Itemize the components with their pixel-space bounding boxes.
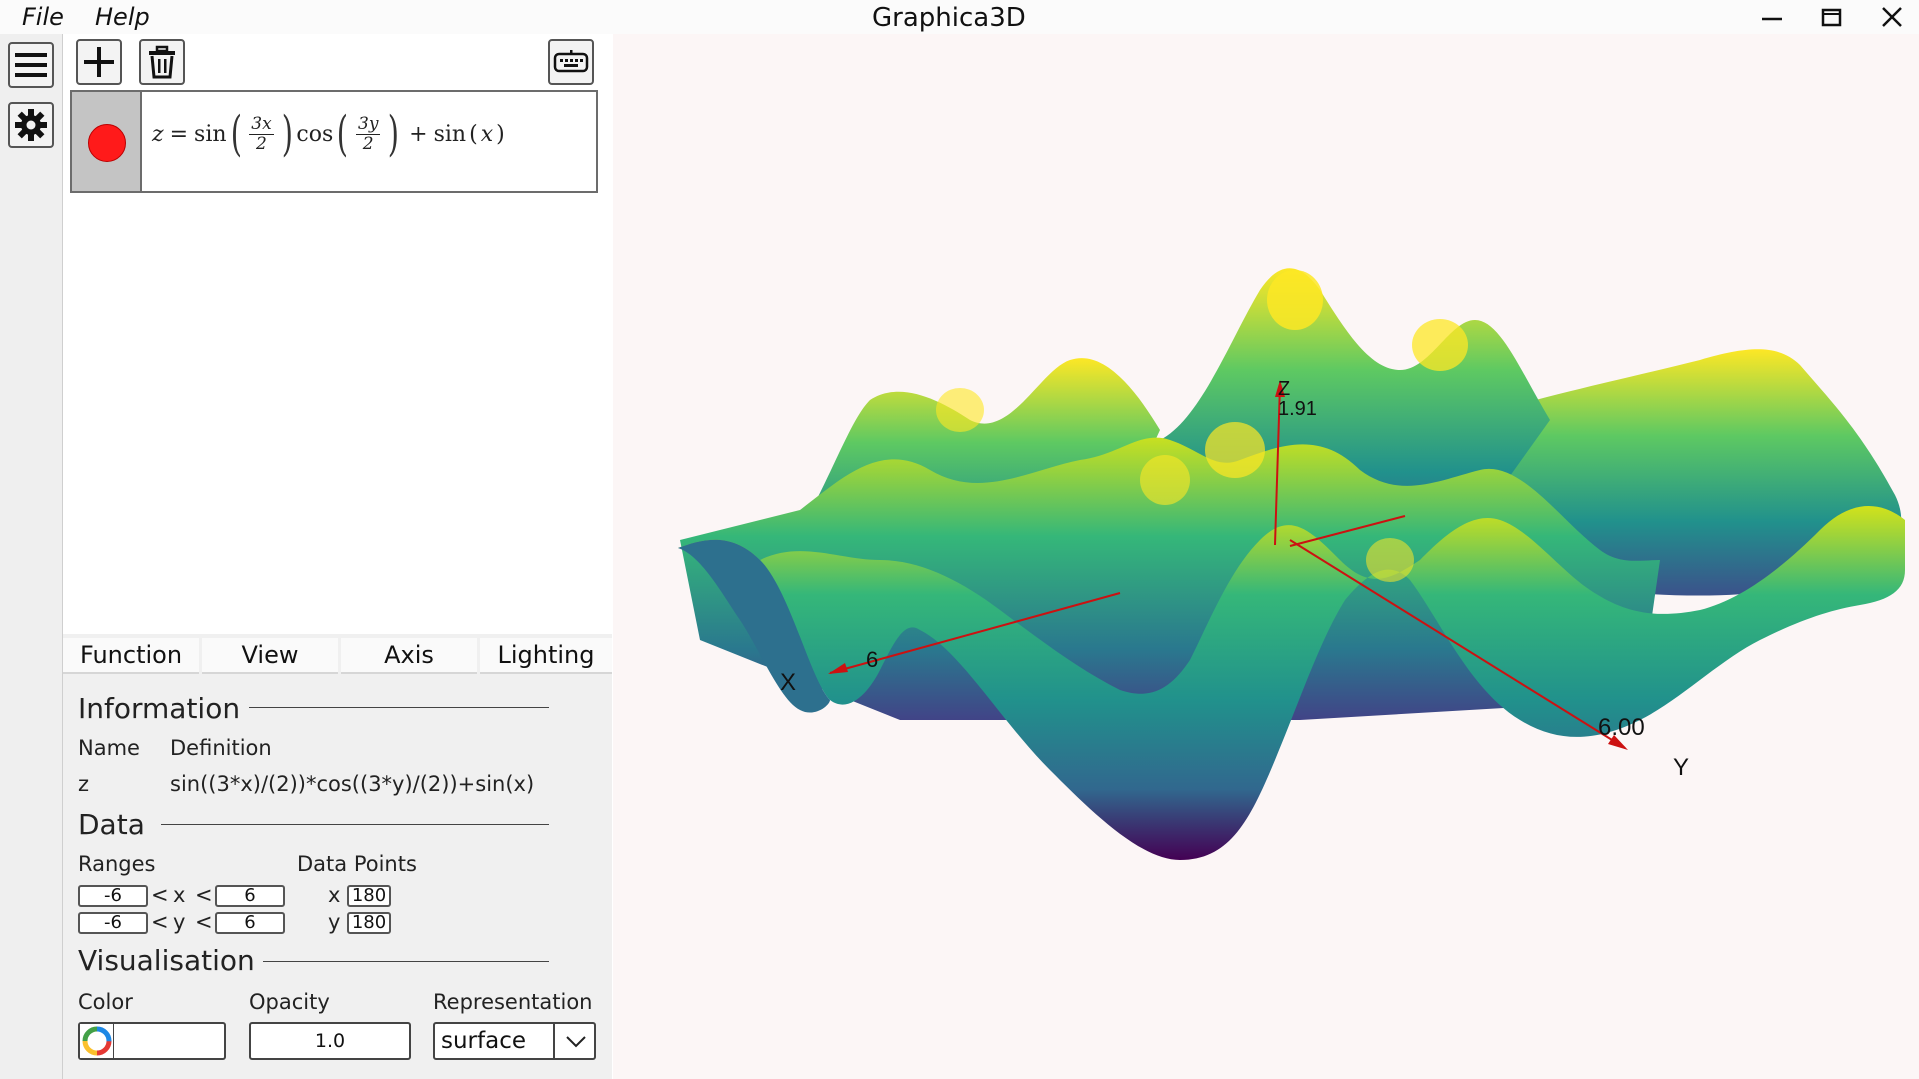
add-function-button[interactable]	[76, 39, 122, 85]
menu-button[interactable]	[8, 42, 54, 88]
peak-highlight	[936, 388, 984, 432]
function-entry[interactable]: z = sin ( 3x 2 ) cos ( 3y 2 ) + sin ( x …	[70, 90, 598, 193]
formula-fraction-2: 3y 2	[356, 113, 381, 154]
opacity-input[interactable]: 1.0	[249, 1022, 411, 1060]
fraction-numerator: 3x	[249, 113, 274, 135]
y-axis-end-value: 6.00	[1598, 714, 1645, 741]
formula-paren: )	[281, 106, 293, 162]
y-variable-label: y	[173, 910, 186, 934]
maximize-button[interactable]	[1815, 4, 1849, 30]
color-wheel-icon	[80, 1024, 114, 1058]
formula-paren: (	[469, 121, 478, 147]
tab-axis[interactable]: Axis	[341, 638, 477, 674]
plot-canvas[interactable]: X 6 Y 6.00 Z 1.91	[613, 34, 1919, 1079]
properties-panel: Function View Axis Lighting Information …	[63, 634, 612, 1079]
y-points-input[interactable]: 180	[347, 912, 391, 934]
section-divider	[263, 961, 549, 962]
chevron-down-icon	[566, 1036, 586, 1048]
gear-icon	[15, 109, 47, 141]
x-points-input[interactable]: 180	[347, 885, 391, 907]
formula-paren: (	[230, 106, 242, 162]
tab-view[interactable]: View	[202, 638, 338, 674]
ranges-label: Ranges	[78, 852, 156, 876]
restore-icon	[1821, 8, 1842, 27]
fraction-numerator: 3y	[356, 113, 381, 135]
title-bar: File Help Graphica3D	[0, 0, 1919, 34]
close-button[interactable]	[1875, 4, 1909, 30]
peak-highlight	[1412, 319, 1468, 371]
keyboard-button[interactable]	[548, 39, 594, 85]
formula-paren: (	[337, 106, 349, 162]
section-divider	[161, 824, 549, 825]
minimize-icon	[1762, 17, 1782, 21]
formula-sin-tail: sin	[433, 121, 467, 147]
formula-plus: +	[409, 121, 428, 147]
y-axis-label: Y	[1673, 754, 1689, 781]
formula-paren: )	[388, 106, 400, 162]
x-max-input[interactable]: 6	[215, 885, 285, 907]
formula-paren: )	[496, 121, 505, 147]
function-formula[interactable]: z = sin ( 3x 2 ) cos ( 3y 2 ) + sin ( x …	[152, 110, 505, 158]
visualisation-heading: Visualisation	[78, 944, 255, 977]
peak-highlight	[1267, 270, 1323, 330]
z-axis-label: Z	[1278, 378, 1290, 400]
x-min-input[interactable]: -6	[78, 885, 148, 907]
x-axis-end-value: 6	[866, 647, 878, 672]
formula-equals: =	[169, 121, 189, 147]
representation-select[interactable]: surface	[433, 1022, 596, 1060]
function-color-dot[interactable]	[88, 124, 126, 162]
less-than: <	[151, 883, 169, 907]
peak-highlight	[1140, 455, 1190, 505]
menu-help[interactable]: Help	[95, 3, 150, 31]
color-picker[interactable]	[78, 1022, 226, 1060]
function-definition: sin((3*x)/(2))*cos((3*y)/(2))+sin(x)	[170, 772, 535, 796]
data-heading: Data	[78, 808, 145, 841]
window-title: Graphica3D	[872, 3, 1026, 33]
settings-button[interactable]	[8, 102, 54, 148]
y-min-input[interactable]: -6	[78, 912, 148, 934]
fraction-denominator: 2	[362, 133, 374, 154]
minimize-button[interactable]	[1755, 4, 1789, 30]
formula-sin: sin	[194, 121, 227, 147]
x-variable-label: x	[173, 883, 186, 907]
formula-fraction-1: 3x 2	[249, 113, 274, 154]
x-points-label: x	[328, 883, 341, 907]
less-than: <	[151, 910, 169, 934]
opacity-label: Opacity	[249, 990, 330, 1014]
keyboard-icon	[553, 50, 589, 73]
plus-icon	[84, 47, 114, 77]
fraction-denominator: 2	[256, 133, 267, 154]
hamburger-icon	[15, 53, 47, 77]
trash-icon	[149, 45, 175, 79]
menu-file[interactable]: File	[22, 3, 64, 31]
select-divider	[553, 1024, 555, 1058]
definition-column-header: Definition	[170, 736, 272, 760]
data-points-label: Data Points	[297, 852, 417, 876]
y-points-label: y	[328, 910, 341, 934]
color-label: Color	[78, 990, 133, 1014]
peak-highlight	[1366, 538, 1414, 582]
peak-highlight	[1205, 422, 1265, 478]
y-max-input[interactable]: 6	[215, 912, 285, 934]
name-column-header: Name	[78, 736, 140, 760]
representation-value: surface	[441, 1028, 527, 1054]
less-than: <	[195, 910, 213, 934]
delete-function-button[interactable]	[139, 39, 185, 85]
formula-lhs: z	[152, 121, 164, 147]
section-divider	[249, 707, 549, 708]
tab-lighting[interactable]: Lighting	[480, 638, 612, 674]
formula-cos: cos	[296, 121, 334, 147]
function-color-cell[interactable]	[72, 92, 142, 191]
tool-column	[0, 34, 63, 1079]
close-icon	[1882, 7, 1902, 27]
formula-tail-arg: x	[480, 121, 494, 147]
x-axis-label: X	[780, 669, 796, 696]
z-axis-end-value: 1.91	[1278, 398, 1317, 420]
less-than: <	[195, 883, 213, 907]
function-name: z	[78, 772, 90, 796]
representation-label: Representation	[433, 990, 593, 1014]
tab-function[interactable]: Function	[63, 638, 199, 674]
information-heading: Information	[78, 692, 241, 725]
surface-plot[interactable]: X 6 Y 6.00 Z 1.91	[613, 34, 1919, 1079]
